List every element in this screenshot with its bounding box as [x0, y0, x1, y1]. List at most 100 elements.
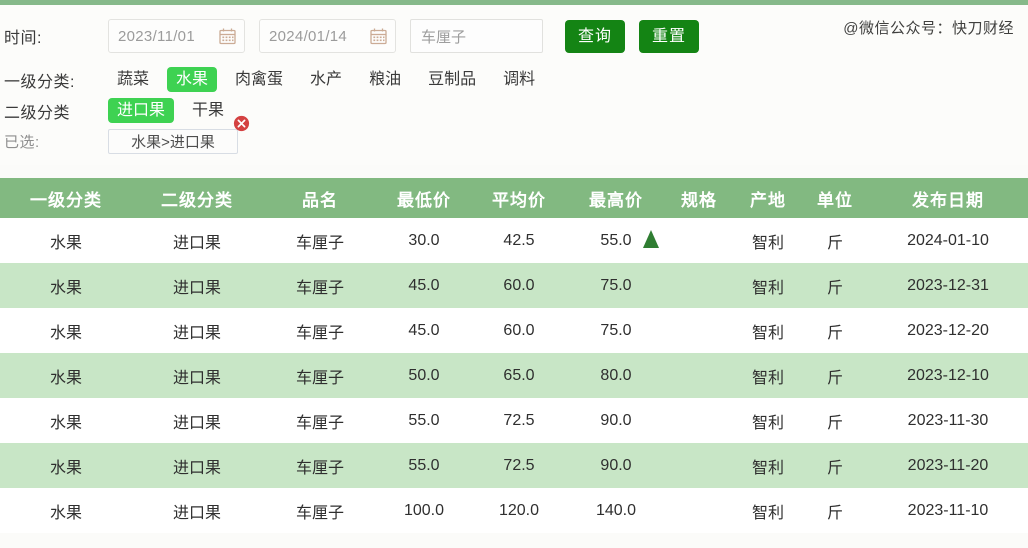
secondary-category-chip-1[interactable]: 干果	[183, 98, 233, 123]
column-header-1: 二级分类	[132, 178, 262, 218]
cell-3-7: 智利	[734, 353, 802, 398]
cell-2-1: 进口果	[132, 308, 262, 353]
selected-tag-wrapper: 水果>进口果	[108, 115, 250, 154]
table-row[interactable]: 水果 进口果 车厘子 50.0 65.0 80.0 智利斤 2023-12-10	[0, 353, 1028, 398]
primary-category-chip-1[interactable]: 水果	[167, 67, 218, 92]
query-button[interactable]: 查询	[565, 19, 626, 53]
cell-2-9: 2023-12-20	[868, 308, 1028, 353]
cell-4-9: 2023-11-30	[868, 398, 1028, 443]
price-table: 一级分类 二级分类 品名 最低价 平均价 最高价 规格 产地 单位 发布日期 水果 进口果 车厘子 30…	[0, 178, 1028, 533]
calendar-icon[interactable]	[219, 28, 236, 45]
secondary-category-chips: 进口果 干果	[108, 98, 242, 123]
cell-0-9: 2024-01-10	[868, 218, 1028, 263]
cell-2-7: 智利	[734, 308, 802, 353]
cell-5-8: 斤	[802, 443, 868, 488]
time-label: 时间:	[4, 30, 42, 47]
column-header-9: 发布日期	[868, 178, 1028, 218]
column-header-5: 最高价	[568, 178, 664, 218]
date-from-field[interactable]: 2023/11/01	[108, 19, 245, 53]
reset-button[interactable]: 重置	[639, 19, 700, 53]
cell-5-4: 72.5	[470, 443, 568, 488]
cell-6-9: 2023-11-10	[868, 488, 1028, 533]
cell-4-3: 55.0	[378, 398, 470, 443]
cell-4-4: 72.5	[470, 398, 568, 443]
cell-0-4: 42.5	[470, 218, 568, 263]
cell-1-4: 60.0	[470, 263, 568, 308]
cell-1-3: 45.0	[378, 263, 470, 308]
table-row[interactable]: 水果 进口果 车厘子 55.0 72.5 90.0 智利斤 2023-11-20	[0, 443, 1028, 488]
cell-6-2: 车厘子	[262, 488, 378, 533]
cell-2-4: 60.0	[470, 308, 568, 353]
table-body: 水果 进口果 车厘子 30.0 42.5 55.0 智利斤 2024-01-10 水果 进口果 车厘…	[0, 218, 1028, 533]
primary-category-chip-3[interactable]: 水产	[301, 67, 351, 92]
column-header-8: 单位	[802, 178, 868, 218]
cell-4-5: 90.0	[568, 398, 664, 443]
cell-2-0: 水果	[0, 308, 132, 353]
filter-panel: 时间: 2023/11/01 2024/01/14 车厘子 查询 重置 @微信公…	[0, 5, 1028, 165]
time-filter-row: 时间: 2023/11/01 2024/01/14 车厘子 查询 重置	[0, 19, 713, 53]
cell-1-5: 75.0	[568, 263, 664, 308]
table-header-row: 一级分类 二级分类 品名 最低价 平均价 最高价 规格 产地 单位 发布日期	[0, 178, 1028, 218]
cell-1-6	[664, 263, 734, 308]
column-header-6: 规格	[664, 178, 734, 218]
primary-category-chips: 蔬菜 水果 肉禽蛋 水产 粮油 豆制品 调料	[108, 67, 553, 92]
column-header-7: 产地	[734, 178, 802, 218]
cell-0-2: 车厘子	[262, 218, 378, 263]
secondary-category-label: 二级分类	[4, 104, 71, 122]
table-row[interactable]: 水果 进口果 车厘子 45.0 60.0 75.0 智利斤 2023-12-31	[0, 263, 1028, 308]
cell-2-2: 车厘子	[262, 308, 378, 353]
cell-0-0: 水果	[0, 218, 132, 263]
cell-5-6	[664, 443, 734, 488]
primary-category-chip-4[interactable]: 粮油	[360, 67, 410, 92]
primary-category-label: 一级分类:	[4, 73, 75, 91]
cell-0-7: 智利	[734, 218, 802, 263]
secondary-category-row: 二级分类 进口果 干果	[0, 98, 242, 123]
cell-2-8: 斤	[802, 308, 868, 353]
date-from-value: 2023/11/01	[118, 27, 195, 45]
cell-4-0: 水果	[0, 398, 132, 443]
cell-0-6	[664, 218, 734, 263]
cell-1-2: 车厘子	[262, 263, 378, 308]
cell-1-1: 进口果	[132, 263, 262, 308]
keyword-value: 车厘子	[421, 28, 467, 46]
primary-category-row: 一级分类: 蔬菜 水果 肉禽蛋 水产 粮油 豆制品 调料	[0, 67, 553, 92]
table-row[interactable]: 水果 进口果 车厘子 30.0 42.5 55.0 智利斤 2024-01-10	[0, 218, 1028, 263]
cell-3-6	[664, 353, 734, 398]
calendar-icon[interactable]	[370, 28, 387, 45]
cell-5-7: 智利	[734, 443, 802, 488]
table-row[interactable]: 水果 进口果 车厘子 100.0 120.0 140.0 智利斤 2023-11-10	[0, 488, 1028, 533]
primary-category-chip-2[interactable]: 肉禽蛋	[226, 67, 292, 92]
cell-6-0: 水果	[0, 488, 132, 533]
primary-category-chip-5[interactable]: 豆制品	[419, 67, 485, 92]
cell-5-1: 进口果	[132, 443, 262, 488]
cell-4-6	[664, 398, 734, 443]
keyword-search-input[interactable]: 车厘子	[410, 19, 543, 53]
cell-3-5: 80.0	[568, 353, 664, 398]
cell-2-3: 45.0	[378, 308, 470, 353]
table-header: 一级分类 二级分类 品名 最低价 平均价 最高价 规格 产地 单位 发布日期	[0, 178, 1028, 218]
date-to-value: 2024/01/14	[269, 27, 348, 45]
table-row[interactable]: 水果 进口果 车厘子 45.0 60.0 75.0 智利斤 2023-12-20	[0, 308, 1028, 353]
close-icon[interactable]	[233, 115, 250, 132]
secondary-category-chip-0[interactable]: 进口果	[108, 98, 175, 123]
cell-2-5: 75.0	[568, 308, 664, 353]
date-to-field[interactable]: 2024/01/14	[259, 19, 396, 53]
cell-4-2: 车厘子	[262, 398, 378, 443]
primary-category-chip-6[interactable]: 调料	[494, 67, 544, 92]
cell-3-4: 65.0	[470, 353, 568, 398]
selected-label: 已选:	[4, 134, 40, 151]
selected-tag[interactable]: 水果>进口果	[108, 129, 238, 154]
column-header-2: 品名	[262, 178, 378, 218]
cell-0-3: 30.0	[378, 218, 470, 263]
cell-6-1: 进口果	[132, 488, 262, 533]
cell-5-3: 55.0	[378, 443, 470, 488]
cell-1-7: 智利	[734, 263, 802, 308]
cell-1-0: 水果	[0, 263, 132, 308]
column-header-0: 一级分类	[0, 178, 132, 218]
cell-5-2: 车厘子	[262, 443, 378, 488]
table-row[interactable]: 水果 进口果 车厘子 55.0 72.5 90.0 智利斤 2023-11-30	[0, 398, 1028, 443]
primary-category-chip-0[interactable]: 蔬菜	[108, 67, 158, 92]
column-header-4: 平均价	[470, 178, 568, 218]
cell-0-1: 进口果	[132, 218, 262, 263]
cell-4-8: 斤	[802, 398, 868, 443]
